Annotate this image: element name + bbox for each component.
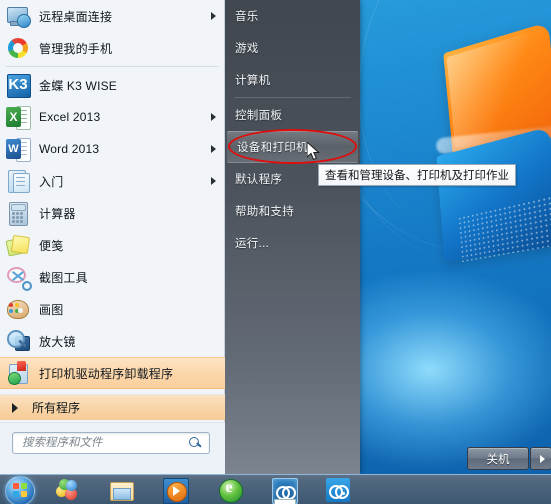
paint-icon <box>5 296 31 322</box>
program-item-label: Word 2013 <box>39 142 100 156</box>
screen: 远程桌面连接 管理我的手机 K3 金蝶 K3 WISE X Excel 2013 W Word… <box>0 0 551 504</box>
mouse-cursor <box>307 142 320 161</box>
program-item-5[interactable]: W Word 2013 <box>0 133 225 165</box>
system-link-5[interactable]: 设备和打印机 <box>227 131 358 163</box>
program-item-label: 远程桌面连接 <box>39 9 113 24</box>
word-icon: W <box>5 136 31 162</box>
program-item-label: 画图 <box>39 302 64 317</box>
system-link-3[interactable]: 计算机 <box>225 64 360 96</box>
system-link-4[interactable]: 控制面板 <box>225 99 360 131</box>
program-item-label: Excel 2013 <box>39 110 101 124</box>
start-menu-right-pane: 音乐游戏计算机控制面板设备和打印机 默认程序帮助和支持运行... 关机 <box>225 0 551 474</box>
menu-separator <box>6 66 219 67</box>
k3-wise-icon: K3 <box>5 72 31 98</box>
internet-explorer-icon[interactable]: e <box>218 478 243 503</box>
shutdown-options-button[interactable] <box>530 447 551 470</box>
tooltip: 查看和管理设备、打印机及打印作业 <box>318 164 516 186</box>
media-player-icon[interactable] <box>163 478 189 504</box>
system-link-label: 帮助和支持 <box>235 206 294 218</box>
program-item-7[interactable]: 计算器 <box>0 197 225 229</box>
system-link-label: 音乐 <box>235 11 259 23</box>
system-link-label: 设备和打印机 <box>237 142 308 154</box>
snipping-tool-icon <box>5 264 32 291</box>
program-item-2[interactable]: 管理我的手机 <box>0 32 225 64</box>
shutdown-button[interactable]: 关机 <box>467 447 529 470</box>
program-item-8[interactable]: 便笺 <box>0 229 225 261</box>
system-link-8[interactable]: 运行... <box>225 227 360 259</box>
system-link-label: 运行... <box>235 238 270 250</box>
program-item-11[interactable]: 放大镜 <box>0 325 225 357</box>
program-item-label: 金蝶 K3 WISE <box>39 78 118 93</box>
excel-icon: X <box>5 104 31 130</box>
program-item-label: 便笺 <box>39 238 64 253</box>
chevron-right-icon <box>211 12 216 20</box>
system-link-7[interactable]: 帮助和支持 <box>225 195 360 227</box>
printer-driver-uninstaller-icon <box>5 360 31 386</box>
system-link-1[interactable]: 音乐 <box>225 0 360 32</box>
getting-started-icon <box>5 168 31 194</box>
program-item-label: 放大镜 <box>39 334 76 349</box>
sticky-notes-icon <box>5 232 31 258</box>
chevron-right-icon <box>211 177 216 185</box>
search-area <box>0 422 225 474</box>
file-explorer-icon[interactable] <box>109 478 134 502</box>
system-link-label: 控制面板 <box>235 110 283 122</box>
chevron-right-icon <box>12 402 18 413</box>
menu-separator <box>234 97 351 98</box>
program-item-9[interactable]: 截图工具 <box>0 261 225 293</box>
remote-desktop-icon <box>5 3 31 29</box>
windows-logo-icon <box>418 21 551 263</box>
msn-icon[interactable] <box>55 478 79 502</box>
all-programs-button[interactable]: 所有程序 <box>0 394 225 420</box>
system-link-label: 默认程序 <box>235 174 283 186</box>
magnifier-icon <box>5 328 31 354</box>
program-item-4[interactable]: X Excel 2013 <box>0 101 225 133</box>
search-box[interactable] <box>12 432 210 454</box>
phone-manager-icon <box>5 35 31 61</box>
shutdown-area: 关机 <box>450 440 551 474</box>
program-item-10[interactable]: 画图 <box>0 293 225 325</box>
search-icon[interactable] <box>189 437 202 450</box>
link-app-2-icon[interactable] <box>326 478 350 502</box>
program-item-3[interactable]: K3 金蝶 K3 WISE <box>0 69 225 101</box>
start-menu-left-pane: 远程桌面连接 管理我的手机 K3 金蝶 K3 WISE X Excel 2013 W Word… <box>0 0 225 474</box>
tooltip-text: 查看和管理设备、打印机及打印作业 <box>325 170 509 182</box>
search-input[interactable] <box>20 436 192 450</box>
program-item-label: 管理我的手机 <box>39 41 113 56</box>
link-app-icon[interactable] <box>272 478 298 504</box>
all-programs-label: 所有程序 <box>32 401 81 415</box>
program-item-1[interactable]: 远程桌面连接 <box>0 0 225 32</box>
program-item-6[interactable]: 入门 <box>0 165 225 197</box>
system-link-label: 游戏 <box>235 43 259 55</box>
program-item-label: 截图工具 <box>39 270 88 285</box>
chevron-right-icon <box>211 113 216 121</box>
system-link-2[interactable]: 游戏 <box>225 32 360 64</box>
chevron-right-icon <box>211 145 216 153</box>
system-link-label: 计算机 <box>235 75 271 87</box>
start-orb[interactable] <box>5 476 35 504</box>
program-item-12[interactable]: 打印机驱动程序卸载程序 <box>0 357 225 389</box>
windows-flag-icon <box>13 483 28 498</box>
taskbar: e <box>0 474 551 504</box>
program-item-label: 计算器 <box>39 206 76 221</box>
program-item-label: 入门 <box>39 174 64 189</box>
system-links-list: 音乐游戏计算机控制面板设备和打印机 默认程序帮助和支持运行... <box>225 0 360 259</box>
chevron-right-icon <box>539 454 545 463</box>
program-item-label: 打印机驱动程序卸载程序 <box>39 366 174 381</box>
start-menu: 远程桌面连接 管理我的手机 K3 金蝶 K3 WISE X Excel 2013 W Word… <box>0 0 551 474</box>
program-list: 远程桌面连接 管理我的手机 K3 金蝶 K3 WISE X Excel 2013 W Word… <box>0 0 225 389</box>
calculator-icon <box>5 200 31 226</box>
